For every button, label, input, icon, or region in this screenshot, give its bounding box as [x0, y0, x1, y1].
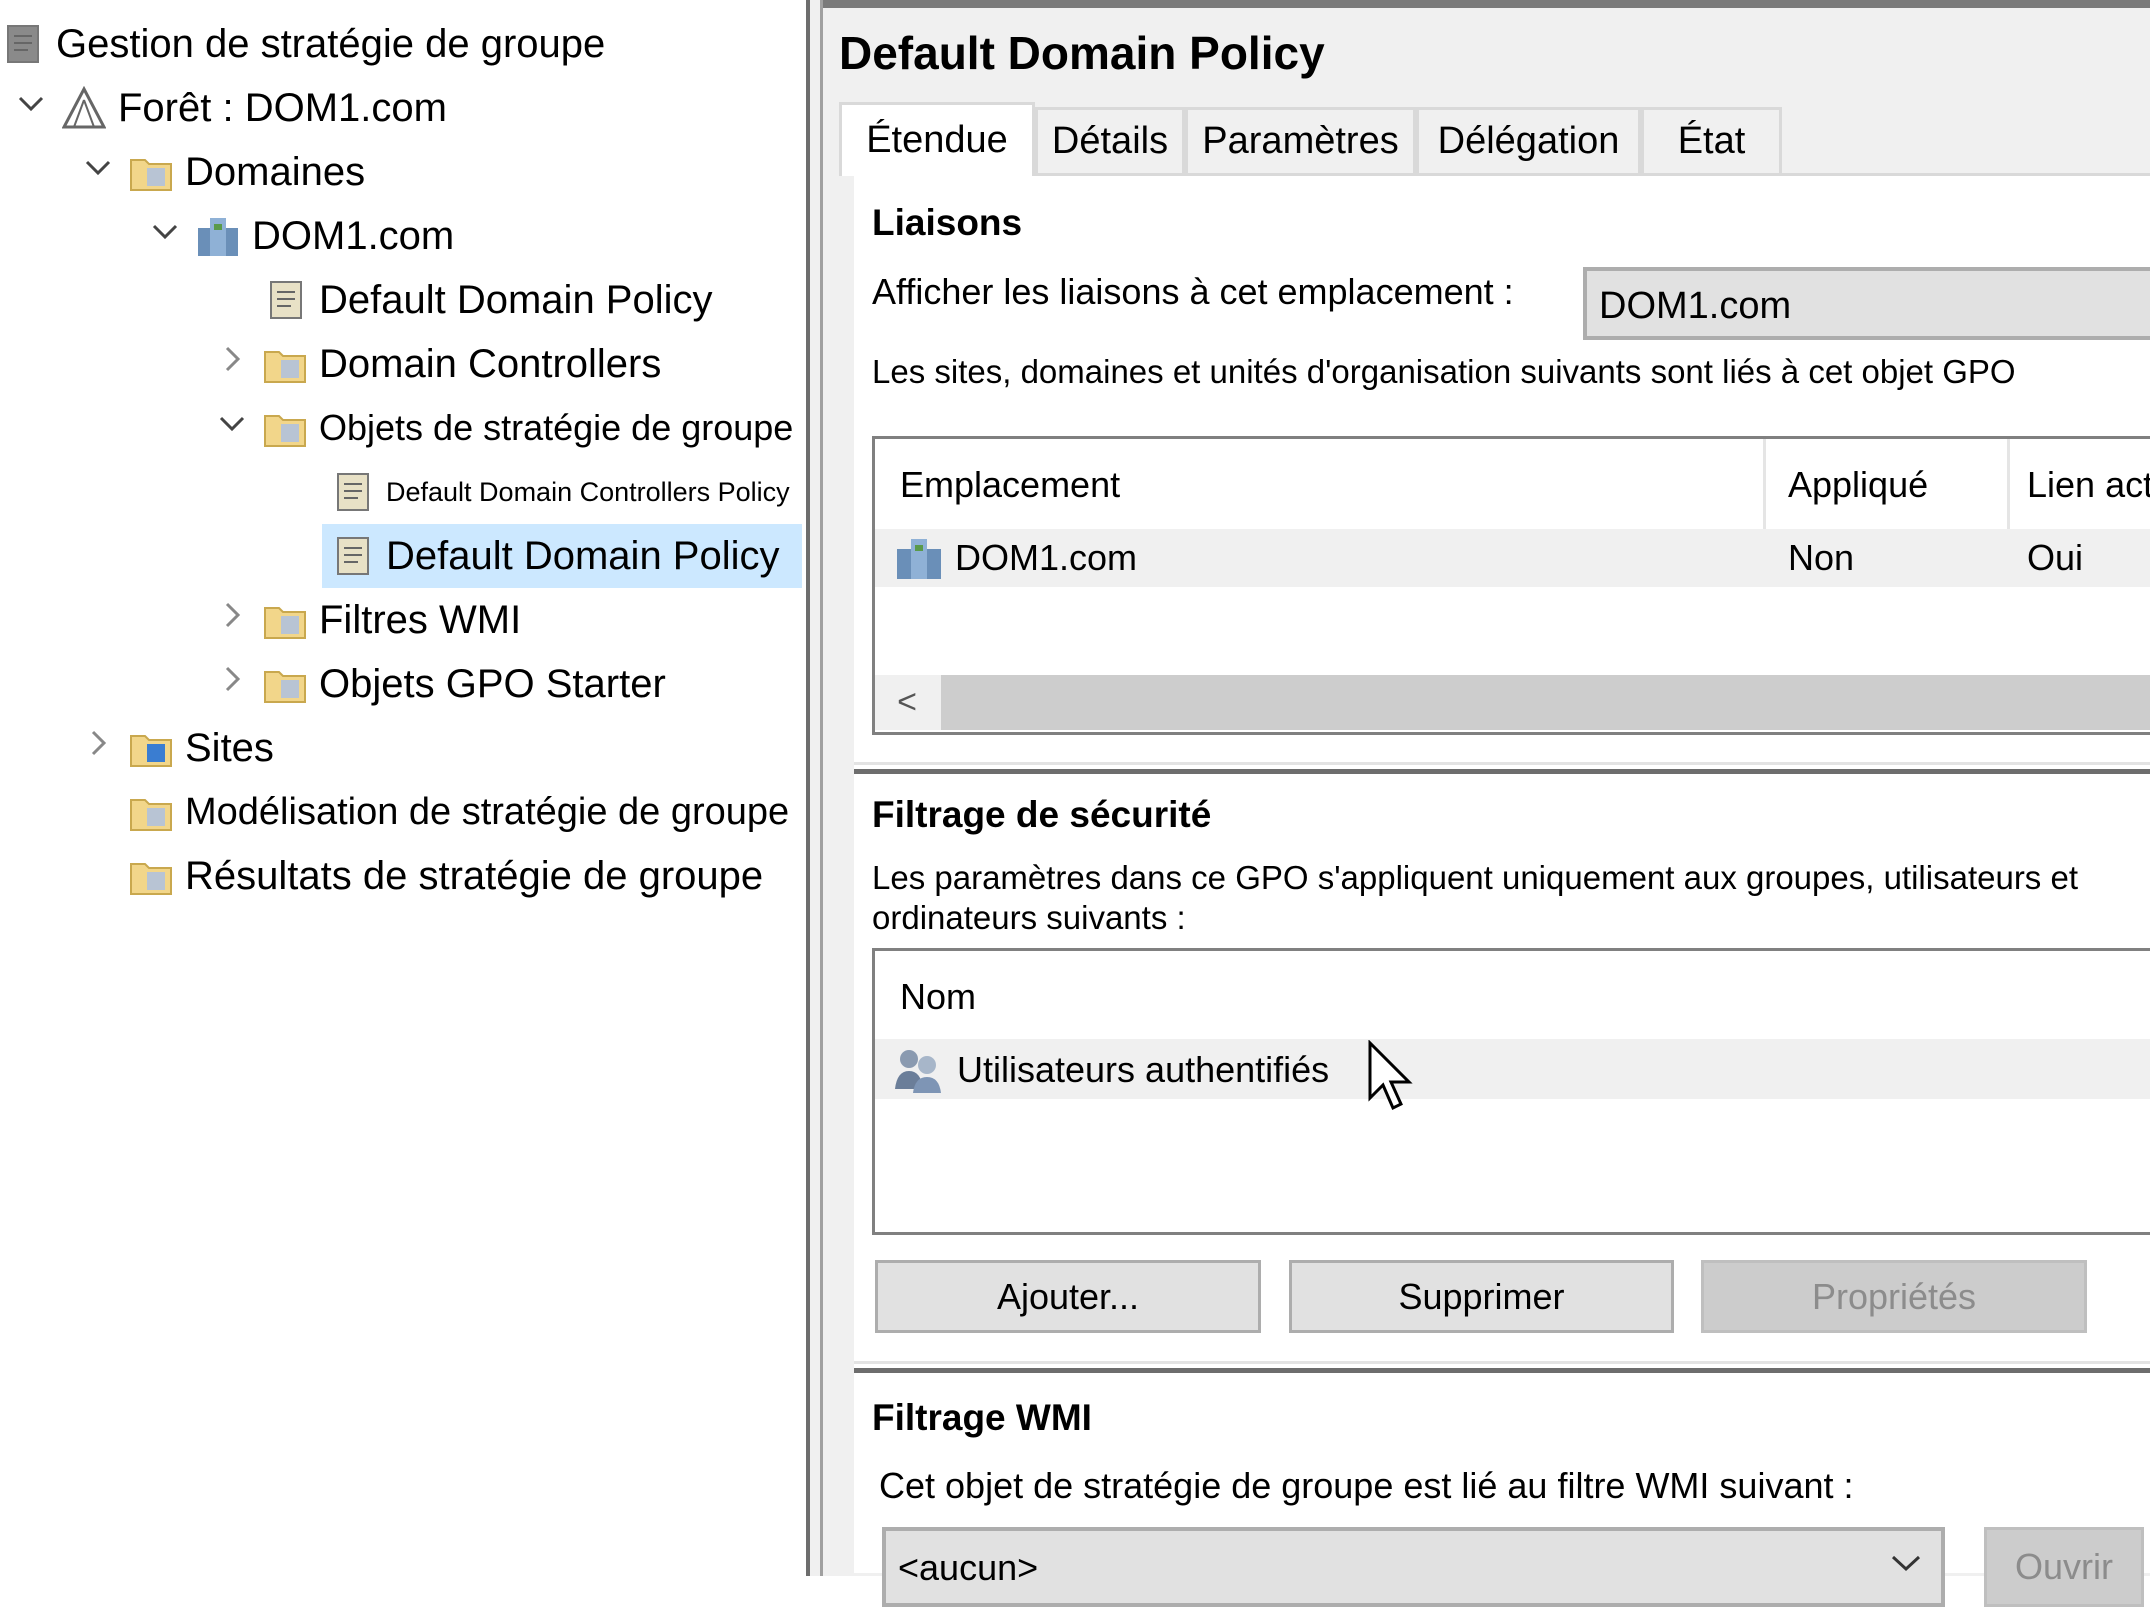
sites-folder-icon [129, 726, 173, 770]
mouse-cursor-icon [1368, 1040, 1413, 1111]
chevron-right-icon[interactable] [215, 344, 249, 382]
tree-item[interactable]: Forêt : DOM1.com [61, 76, 447, 140]
ou-folder-icon [263, 342, 307, 386]
chevron-down-icon[interactable] [148, 216, 182, 254]
add-button[interactable]: Ajouter... [875, 1260, 1261, 1333]
gpo-icon [330, 470, 374, 514]
gpo-folder-icon [263, 406, 307, 450]
gpo-link-icon [263, 278, 307, 322]
security-table: Nom Utilisateurs authentifiés [872, 948, 2150, 1235]
chevron-down-icon [1891, 1555, 1921, 1572]
column-applique[interactable]: Appliqué [1788, 464, 1928, 506]
chevron-right-icon[interactable] [81, 728, 115, 766]
row-enabled: Oui [2027, 537, 2084, 578]
tree-item[interactable]: Domaines [129, 140, 365, 204]
tree-item-label: DOM1.com [252, 213, 455, 258]
open-wmi-button: Ouvrir [1984, 1527, 2144, 1607]
column-nom[interactable]: Nom [900, 976, 976, 1018]
tab-delegation[interactable]: Délégation [1416, 107, 1641, 173]
tree-item-label: Domaines [185, 149, 366, 194]
scrollbar-thumb[interactable] [941, 675, 2150, 730]
tab-parametres[interactable]: Paramètres [1185, 107, 1416, 173]
wmi-description: Cet objet de stratégie de groupe est lié… [879, 1465, 1854, 1506]
properties-button: Propriétés [1701, 1260, 2087, 1333]
section-divider [854, 762, 2150, 774]
column-lien-active[interactable]: Lien activé [2027, 464, 2150, 506]
chevron-down-icon[interactable] [215, 408, 249, 446]
column-emplacement[interactable]: Emplacement [900, 464, 1120, 506]
tab-details[interactable]: Détails [1035, 107, 1185, 173]
section-divider [854, 1361, 2150, 1373]
tree-item[interactable]: Sites [129, 716, 274, 780]
wmi-heading: Filtrage WMI [872, 1397, 1092, 1438]
tab-etendue[interactable]: Étendue [839, 102, 1035, 176]
security-heading: Filtrage de sécurité [872, 794, 1212, 835]
tree-item-label: Default Domain Policy [386, 533, 780, 578]
tree-item[interactable]: Résultats de stratégie de groupe [129, 844, 763, 908]
tree-item[interactable]: DOM1.com [196, 204, 454, 268]
tree-item-label: Résultats de stratégie de groupe [185, 853, 764, 898]
scroll-left-button[interactable]: < [875, 675, 939, 730]
security-description: Les paramètres dans ce GPO s'appliquent … [872, 859, 2078, 936]
tree-item-label: Objets de stratégie de groupe [319, 407, 794, 448]
gpo-icon [330, 534, 374, 578]
tree-item-label: Objets GPO Starter [319, 661, 666, 706]
location-label: Afficher les liaisons à cet emplacement … [872, 271, 1514, 312]
domains-folder-icon [129, 150, 173, 194]
row-enforced: Non [1788, 537, 1855, 578]
tree-item[interactable]: Modélisation de stratégie de groupe [129, 780, 789, 844]
gpmc-root-icon [0, 22, 44, 66]
pane-splitter[interactable] [806, 0, 823, 1576]
forest-icon [61, 85, 107, 130]
tree-item[interactable]: Filtres WMI [263, 588, 521, 652]
users-group-icon [895, 1050, 941, 1093]
tree-item[interactable]: Default Domain Policy [263, 268, 713, 332]
links-heading: Liaisons [872, 202, 1023, 243]
tree-item-label: Gestion de stratégie de groupe [56, 21, 606, 66]
wmi-selected-value: <aucun> [898, 1547, 1039, 1588]
tree-item-label: Filtres WMI [319, 597, 522, 642]
table-row[interactable]: Utilisateurs authentifiés [875, 1039, 2150, 1099]
table-row[interactable]: DOM1.com Non Oui [875, 529, 2150, 587]
horizontal-scrollbar[interactable]: < [875, 675, 2150, 730]
wmi-folder-icon [263, 598, 307, 642]
links-table: Emplacement Appliqué Lien activé DOM1.co… [872, 436, 2150, 735]
tree-item-label: Forêt : DOM1.com [118, 85, 447, 130]
console-tree: Gestion de stratégie de groupe Forêt : DO… [0, 0, 806, 1576]
domain-icon [196, 214, 240, 258]
scope-tab-content: Liaisons Afficher les liaisons à cet emp… [854, 173, 2150, 1607]
chevron-down-icon[interactable] [14, 88, 48, 126]
tree-item[interactable]: Objets de stratégie de groupe [263, 396, 793, 460]
row-name: Utilisateurs authentifiés [957, 1049, 1330, 1090]
tree-item-label: Domain Controllers [319, 341, 662, 386]
tree-item[interactable]: Default Domain Controllers Policy [330, 460, 790, 524]
tree-item[interactable]: Domain Controllers [263, 332, 661, 396]
tree-item-label: Default Domain Policy [319, 277, 713, 322]
chevron-right-icon[interactable] [215, 664, 249, 702]
tab-etat[interactable]: État [1641, 107, 1782, 173]
details-pane: Default Domain Policy Étendue Détails Pa… [823, 0, 2150, 1607]
remove-button[interactable]: Supprimer [1289, 1260, 1674, 1333]
tree-item-label: Default Domain Controllers Policy [386, 476, 790, 507]
tree-item-label: Modélisation de stratégie de groupe [185, 790, 790, 833]
results-icon [129, 854, 173, 898]
chevron-down-icon[interactable] [81, 152, 115, 190]
domain-icon [897, 539, 941, 579]
chevron-right-icon[interactable] [215, 600, 249, 638]
modeling-icon [129, 790, 173, 834]
row-location: DOM1.com [955, 537, 1138, 578]
wmi-filter-select[interactable]: <aucun> [882, 1527, 1945, 1607]
location-select[interactable]: DOM1.com [1583, 267, 2150, 340]
links-description: Les sites, domaines et unités d'organisa… [872, 353, 2016, 390]
starter-gpo-folder-icon [263, 662, 307, 706]
tree-item-label: Sites [185, 725, 274, 770]
tree-item[interactable]: Objets GPO Starter [263, 652, 666, 716]
tree-item[interactable]: Gestion de stratégie de groupe [0, 12, 605, 76]
tree-item[interactable]: Default Domain Policy [322, 524, 802, 588]
page-title: Default Domain Policy [839, 27, 1325, 79]
